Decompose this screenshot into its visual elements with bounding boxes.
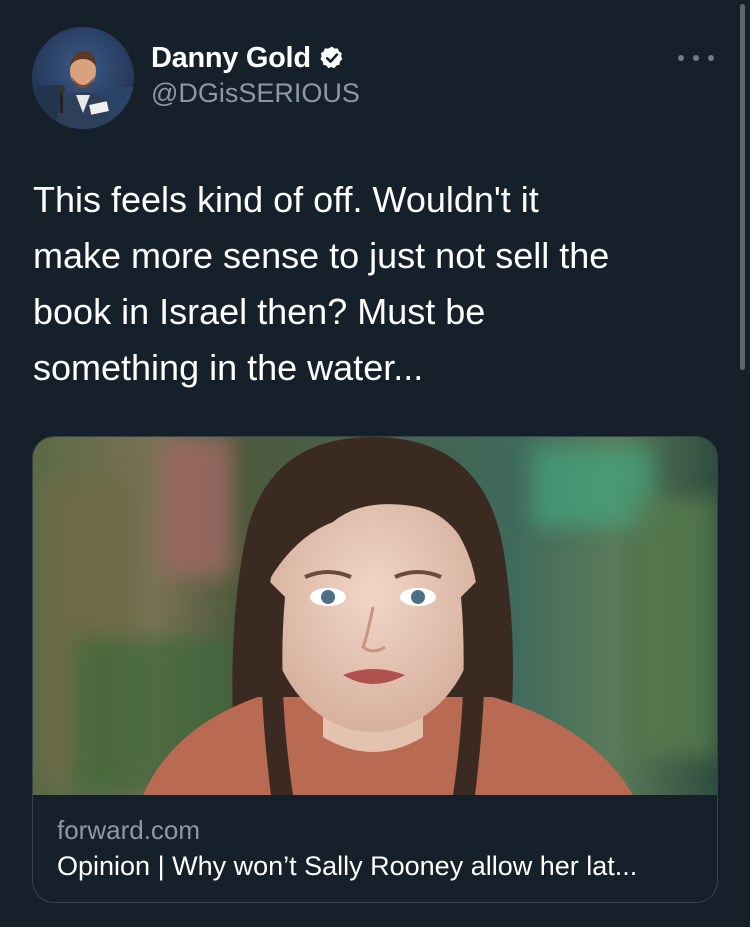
portrait-photo-icon	[33, 437, 717, 795]
link-card-domain: forward.com	[57, 815, 201, 845]
author-handle[interactable]: @DGisSERIOUS	[151, 78, 360, 109]
more-options-icon[interactable]	[678, 48, 714, 68]
author-name-row: Danny Gold	[151, 40, 360, 76]
dot	[678, 55, 684, 61]
profile-photo-icon	[32, 27, 134, 129]
link-card[interactable]: forward.com Opinion | Why won’t Sally Ro…	[32, 436, 718, 903]
author-name[interactable]: Danny Gold	[151, 42, 311, 75]
link-card-title: Opinion | Why won’t Sally Rooney allow h…	[57, 851, 638, 881]
link-card-meta: forward.com Opinion | Why won’t Sally Ro…	[57, 813, 693, 885]
scrollbar[interactable]	[740, 4, 745, 370]
dot	[693, 55, 699, 61]
tweet-text: This feels kind of off. Wouldn't it make…	[33, 179, 610, 388]
author-block: Danny Gold @DGisSERIOUS	[151, 40, 360, 109]
dot	[708, 55, 714, 61]
avatar[interactable]	[32, 27, 134, 129]
link-card-image[interactable]	[33, 437, 717, 795]
tweet-container: Danny Gold @DGisSERIOUS This feels kind …	[0, 0, 750, 927]
verified-badge-icon	[319, 45, 345, 71]
